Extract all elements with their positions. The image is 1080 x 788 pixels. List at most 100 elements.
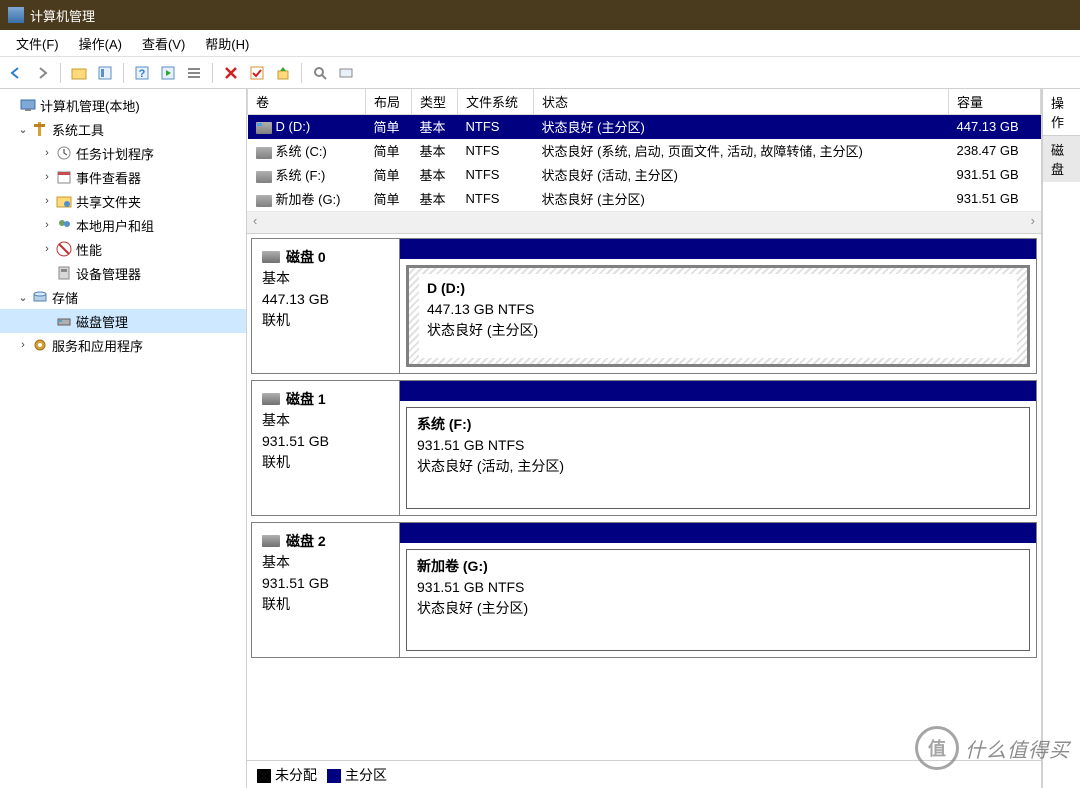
menu-help[interactable]: 帮助(H) [195, 30, 259, 57]
toolbar-separator [60, 63, 61, 83]
disk-info: 磁盘 0基本447.13 GB联机 [252, 239, 400, 373]
delete-icon[interactable] [219, 61, 243, 85]
swatch-black [257, 769, 271, 783]
legend-primary: 主分区 [327, 765, 387, 785]
drive-icon [256, 147, 272, 159]
tree-diskmgmt[interactable]: 磁盘管理 [0, 309, 246, 333]
menu-file[interactable]: 文件(F) [6, 30, 69, 57]
forward-button[interactable] [30, 61, 54, 85]
col-status[interactable]: 状态 [534, 89, 949, 115]
tree-storage[interactable]: ⌄ 存储 [0, 285, 246, 309]
col-type[interactable]: 类型 [412, 89, 458, 115]
content-panel: 卷 布局 类型 文件系统 状态 容量 D (D:)简单基本NTFS状态良好 (主… [247, 89, 1080, 788]
disk-partitions: 系统 (F:)931.51 GB NTFS状态良好 (活动, 主分区) [400, 381, 1036, 515]
tree-panel[interactable]: 计算机管理(本地) ⌄ 系统工具 › 任务计划程序 › 事件查看器 › 共享文件… [0, 89, 247, 788]
disk-header-bar [400, 381, 1036, 401]
tree-systools[interactable]: ⌄ 系统工具 [0, 117, 246, 141]
drive-icon [262, 535, 280, 547]
settings-icon[interactable] [334, 61, 358, 85]
detail-panel: 卷 布局 类型 文件系统 状态 容量 D (D:)简单基本NTFS状态良好 (主… [247, 89, 1042, 788]
table-row[interactable]: D (D:)简单基本NTFS状态良好 (主分区)447.13 GB [248, 115, 1041, 139]
main-area: 计算机管理(本地) ⌄ 系统工具 › 任务计划程序 › 事件查看器 › 共享文件… [0, 89, 1080, 788]
device-icon [56, 265, 72, 281]
drive-icon [262, 393, 280, 405]
folder-icon[interactable] [67, 61, 91, 85]
drive-icon [256, 122, 272, 134]
action-item[interactable]: 磁盘 [1043, 136, 1080, 182]
disk-partitions: D (D:)447.13 GB NTFS状态良好 (主分区) [400, 239, 1036, 373]
partition[interactable]: 系统 (F:)931.51 GB NTFS状态良好 (活动, 主分区) [406, 407, 1030, 509]
partition[interactable]: 新加卷 (G:)931.51 GB NTFS状态良好 (主分区) [406, 549, 1030, 651]
menu-bar: 文件(F) 操作(A) 查看(V) 帮助(H) [0, 30, 1080, 57]
users-icon [56, 217, 72, 233]
tree-label: 任务计划程序 [76, 144, 154, 163]
expand-icon[interactable]: › [40, 171, 54, 183]
disk-info: 磁盘 2基本931.51 GB联机 [252, 523, 400, 657]
disk-row[interactable]: 磁盘 2基本931.51 GB联机新加卷 (G:)931.51 GB NTFS状… [251, 522, 1037, 658]
col-capacity[interactable]: 容量 [949, 89, 1041, 115]
menu-action[interactable]: 操作(A) [69, 30, 132, 57]
tree-eventvwr[interactable]: › 事件查看器 [0, 165, 246, 189]
tree-label: 事件查看器 [76, 168, 141, 187]
services-icon [32, 337, 48, 353]
expand-icon[interactable]: › [40, 195, 54, 207]
window-title: 计算机管理 [30, 6, 95, 25]
table-header-row: 卷 布局 类型 文件系统 状态 容量 [248, 89, 1041, 115]
collapse-icon[interactable]: ⌄ [16, 291, 30, 304]
properties-icon[interactable] [93, 61, 117, 85]
list-icon[interactable] [182, 61, 206, 85]
partition[interactable]: D (D:)447.13 GB NTFS状态良好 (主分区) [406, 265, 1030, 367]
disk-info: 磁盘 1基本931.51 GB联机 [252, 381, 400, 515]
drive-icon [256, 171, 272, 183]
legend: 未分配 主分区 [247, 760, 1041, 788]
up-icon[interactable] [271, 61, 295, 85]
table-row[interactable]: 系统 (C:)简单基本NTFS状态良好 (系统, 启动, 页面文件, 活动, 故… [248, 139, 1041, 163]
volume-list[interactable]: 卷 布局 类型 文件系统 状态 容量 D (D:)简单基本NTFS状态良好 (主… [247, 89, 1041, 234]
tree-label: 服务和应用程序 [52, 336, 143, 355]
table-row[interactable]: 新加卷 (G:)简单基本NTFS状态良好 (主分区)931.51 GB [248, 187, 1041, 211]
disk-row[interactable]: 磁盘 0基本447.13 GB联机D (D:)447.13 GB NTFS状态良… [251, 238, 1037, 374]
toolbar-separator [301, 63, 302, 83]
tree-services[interactable]: › 服务和应用程序 [0, 333, 246, 357]
toolbar-separator [212, 63, 213, 83]
search-icon[interactable] [308, 61, 332, 85]
tree-perf[interactable]: › 性能 [0, 237, 246, 261]
expand-icon[interactable]: › [40, 243, 54, 255]
menu-view[interactable]: 查看(V) [132, 30, 195, 57]
toolbar: ? [0, 57, 1080, 89]
event-icon [56, 169, 72, 185]
expand-icon[interactable]: › [40, 147, 54, 159]
svg-text:?: ? [139, 68, 146, 80]
storage-icon [32, 289, 48, 305]
disk-row[interactable]: 磁盘 1基本931.51 GB联机系统 (F:)931.51 GB NTFS状态… [251, 380, 1037, 516]
col-volume[interactable]: 卷 [248, 89, 366, 115]
check-icon[interactable] [245, 61, 269, 85]
table-row[interactable]: 系统 (F:)简单基本NTFS状态良好 (活动, 主分区)931.51 GB [248, 163, 1041, 187]
tree-shared[interactable]: › 共享文件夹 [0, 189, 246, 213]
disk-graphic-area[interactable]: 磁盘 0基本447.13 GB联机D (D:)447.13 GB NTFS状态良… [247, 234, 1041, 761]
legend-label: 未分配 [275, 767, 317, 783]
col-layout[interactable]: 布局 [366, 89, 412, 115]
action-panel: 操作 磁盘 [1042, 89, 1080, 788]
back-button[interactable] [4, 61, 28, 85]
drive-icon [256, 195, 272, 207]
expand-icon[interactable]: › [16, 339, 30, 351]
horizontal-scrollbar[interactable] [247, 211, 1041, 233]
tree-label: 本地用户和组 [76, 216, 154, 235]
title-bar: 计算机管理 [0, 0, 1080, 30]
tree-root[interactable]: 计算机管理(本地) [0, 93, 246, 117]
tree-localusers[interactable]: › 本地用户和组 [0, 213, 246, 237]
action-icon[interactable] [156, 61, 180, 85]
collapse-icon[interactable]: ⌄ [16, 123, 30, 136]
disk-partitions: 新加卷 (G:)931.51 GB NTFS状态良好 (主分区) [400, 523, 1036, 657]
tree-devmgr[interactable]: 设备管理器 [0, 261, 246, 285]
tree-label: 性能 [76, 240, 102, 259]
help-icon[interactable]: ? [130, 61, 154, 85]
tree-label: 设备管理器 [76, 264, 141, 283]
legend-label: 主分区 [345, 767, 387, 783]
tree-label: 共享文件夹 [76, 192, 141, 211]
tree-tasksched[interactable]: › 任务计划程序 [0, 141, 246, 165]
expand-icon[interactable]: › [40, 219, 54, 231]
col-fs[interactable]: 文件系统 [458, 89, 534, 115]
tools-icon [32, 121, 48, 137]
